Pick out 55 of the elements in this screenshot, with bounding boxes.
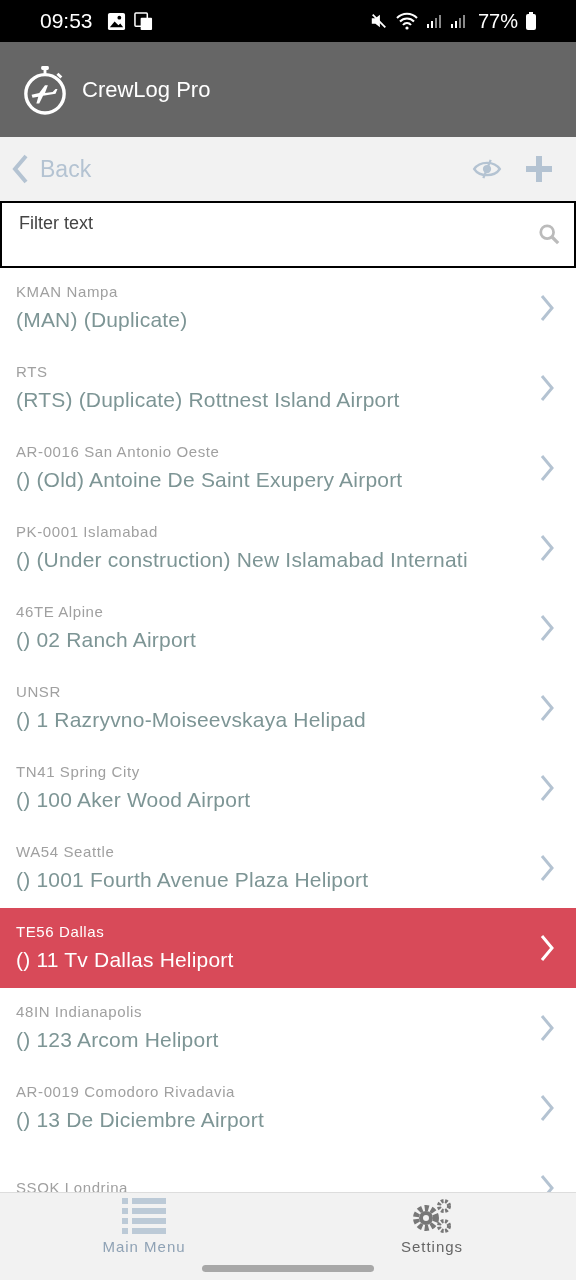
chevron-right-icon	[540, 454, 554, 482]
airport-name: () (Old) Antoine De Saint Exupery Airport	[16, 467, 404, 492]
list-icon	[122, 1198, 166, 1234]
airport-name: () (Under construction) New Islamabad Internati	[16, 547, 469, 572]
battery-icon	[526, 12, 536, 30]
chevron-right-icon	[540, 614, 554, 642]
airport-name: () 11 Tv Dallas Heliport	[16, 947, 235, 972]
home-indicator[interactable]	[202, 1264, 374, 1272]
filter-field[interactable]: Filter text	[0, 201, 576, 268]
stopwatch-plane-icon	[22, 64, 68, 115]
airport-code: UNSR	[16, 684, 62, 700]
chevron-left-icon	[12, 154, 28, 184]
airport-code: RTS	[16, 364, 49, 380]
signal-icon	[449, 13, 466, 29]
chevron-right-icon	[540, 534, 554, 562]
gears-icon	[412, 1198, 452, 1234]
signal-icon	[425, 13, 442, 29]
chevron-right-icon	[540, 774, 554, 802]
airport-code: TE56 Dallas	[16, 924, 106, 940]
eye-slash-icon[interactable]	[472, 158, 502, 180]
mute-icon	[369, 12, 388, 30]
chevron-right-icon	[540, 854, 554, 882]
airport-code: AR-0019 Comodoro Rivadavia	[16, 1084, 237, 1100]
chevron-right-icon	[540, 1014, 554, 1042]
airport-name: () 100 Aker Wood Airport	[16, 787, 252, 812]
airport-name: (RTS) (Duplicate) Rottnest Island Airport	[16, 387, 401, 412]
chevron-right-icon	[540, 374, 554, 402]
airport-name: (MAN) (Duplicate)	[16, 307, 189, 332]
airport-name: () 13 De Diciembre Airport	[16, 1107, 265, 1132]
airport-code: 46TE Alpine	[16, 604, 105, 620]
airport-name: () 02 Ranch Airport	[16, 627, 198, 652]
plus-icon[interactable]	[524, 154, 554, 184]
airport-name: () 1001 Fourth Avenue Plaza Heliport	[16, 867, 370, 892]
airport-code: PK-0001 Islamabad	[16, 524, 159, 540]
airport-name: () 123 Arcom Heliport	[16, 1027, 220, 1052]
airport-row[interactable]: TE56 Dallas () 11 Tv Dallas Heliport	[0, 908, 576, 988]
chevron-right-icon	[540, 934, 554, 962]
airport-code: WA54 Seattle	[16, 844, 116, 860]
wifi-icon	[395, 12, 418, 30]
chevron-right-icon	[540, 694, 554, 722]
airport-code: 48IN Indianapolis	[16, 1004, 144, 1020]
airport-name: () 1 Razryvno-Moiseevskaya Helipad	[16, 707, 367, 732]
battery-level: 77%	[477, 9, 518, 33]
image-icon	[106, 11, 126, 31]
chevron-right-icon	[540, 1094, 554, 1122]
app-title: CrewLog Pro	[82, 76, 211, 103]
nav-tab[interactable]: Settings	[288, 1193, 576, 1256]
status-time: 09:53	[40, 9, 93, 33]
airport-code: SSOK Londrina	[16, 1180, 130, 1192]
airport-code: AR-0016 San Antonio Oeste	[16, 444, 221, 460]
airport-code: KMAN Nampa	[16, 284, 119, 300]
search-icon	[538, 223, 560, 245]
back-button[interactable]: Back	[12, 154, 92, 184]
chevron-right-icon	[540, 294, 554, 322]
airport-code: TN41 Spring City	[16, 764, 141, 780]
